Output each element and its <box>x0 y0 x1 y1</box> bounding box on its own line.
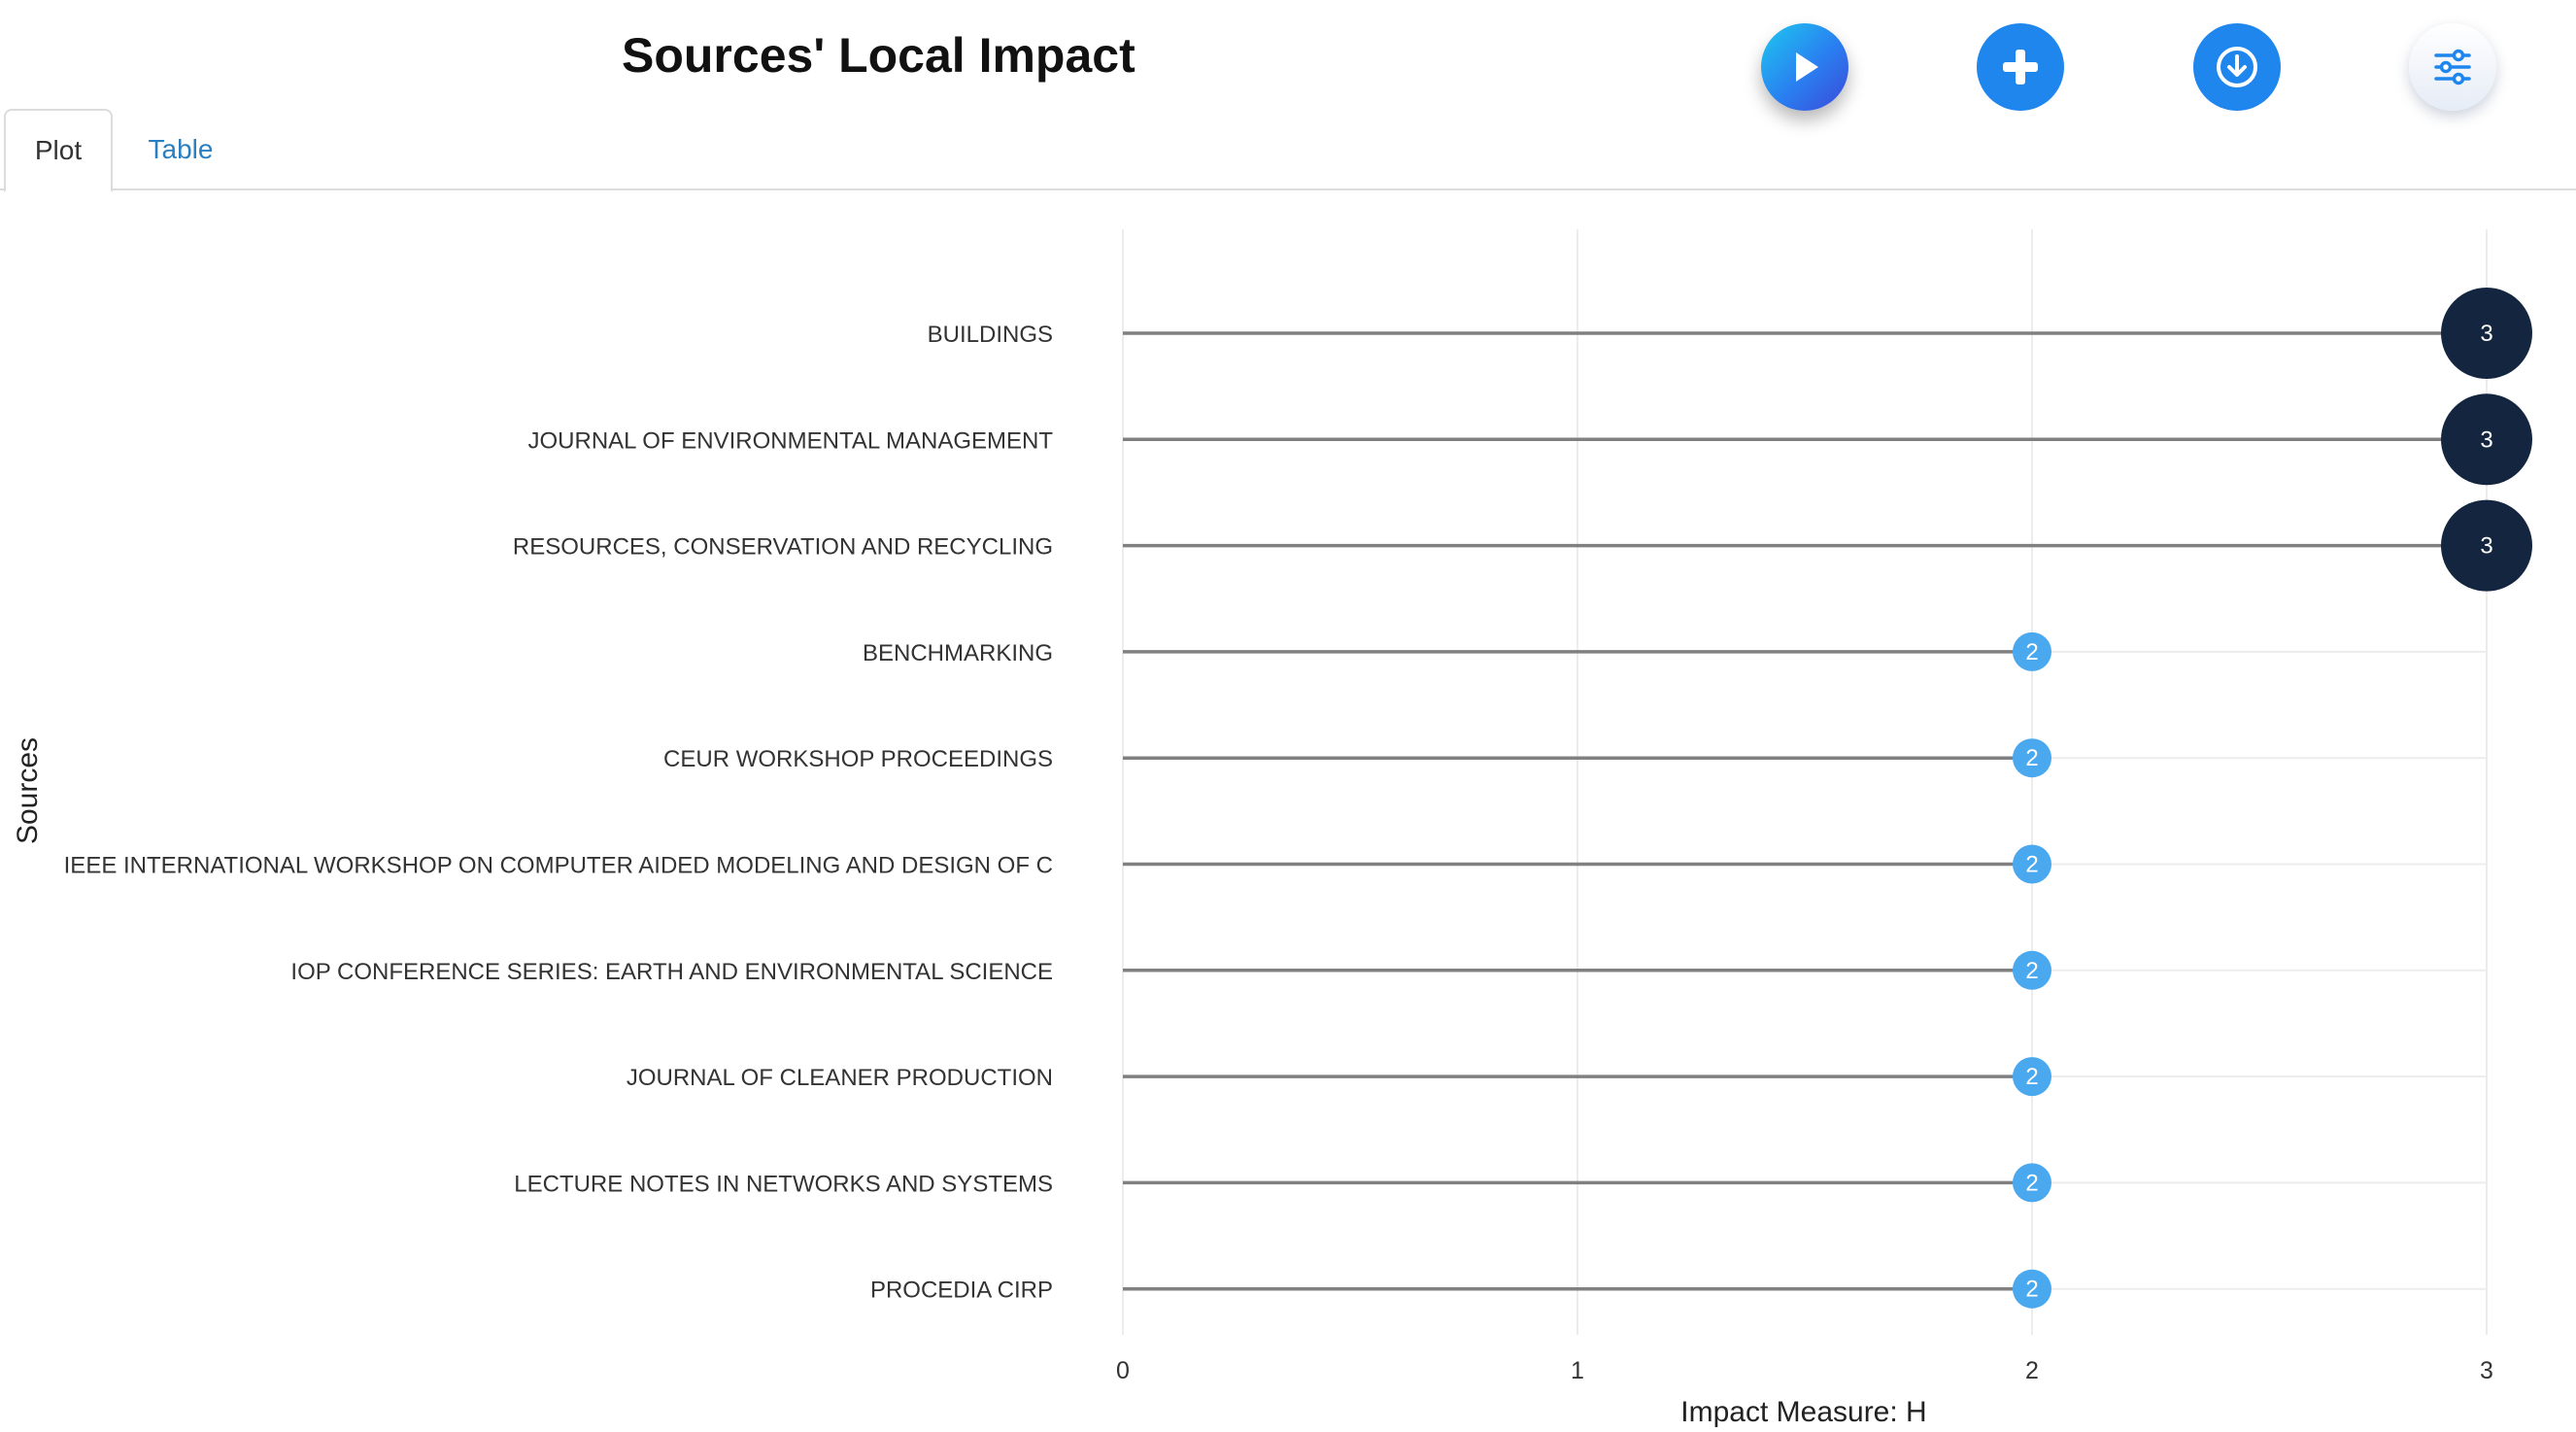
lollipop-chart: 3 3 3 2 2 2 2 2 2 2 BUILDINGS JOURNAL OF ENVIRONME… <box>12 229 2532 1428</box>
category-label: CEUR WORKSHOP PROCEEDINGS <box>663 746 1053 772</box>
download-icon <box>2217 47 2257 87</box>
value-label: 2 <box>2025 639 2038 665</box>
run-button[interactable] <box>1761 23 1848 111</box>
tab-bar: Plot Table <box>0 109 2576 192</box>
tab-table[interactable]: Table <box>126 109 235 190</box>
value-label: 2 <box>2025 745 2038 771</box>
add-button[interactable] <box>1977 23 2064 111</box>
x-tick-label: 2 <box>2025 1357 2039 1384</box>
category-label: PROCEDIA CIRP <box>870 1278 1053 1304</box>
sliders-icon <box>2434 49 2471 85</box>
grid-lines <box>1122 229 2488 1335</box>
x-tick-label: 0 <box>1116 1357 1130 1384</box>
category-labels: BUILDINGS JOURNAL OF ENVIRONMENTAL MANAGE… <box>64 322 1054 1304</box>
value-label: 2 <box>2025 958 2038 984</box>
value-label: 3 <box>2480 321 2492 347</box>
tab-plot[interactable]: Plot <box>4 109 113 192</box>
category-label: JOURNAL OF ENVIRONMENTAL MANAGEMENT <box>528 427 1054 454</box>
x-tick-label: 3 <box>2480 1357 2493 1384</box>
category-label: IEEE INTERNATIONAL WORKSHOP ON COMPUTER … <box>64 853 1053 879</box>
value-label: 2 <box>2025 1064 2038 1090</box>
value-label: 3 <box>2480 426 2492 453</box>
value-label: 2 <box>2025 1277 2038 1303</box>
settings-button[interactable] <box>2409 23 2496 111</box>
download-button[interactable] <box>2193 23 2281 111</box>
category-label: BUILDINGS <box>928 322 1053 348</box>
page-title: Sources' Local Impact <box>622 28 1135 83</box>
stems <box>1123 331 2487 1291</box>
x-axis-title: Impact Measure: H <box>1680 1396 1926 1428</box>
x-tick-labels: 0 1 2 3 <box>1116 1357 2493 1384</box>
category-label: RESOURCES, CONSERVATION AND RECYCLING <box>513 534 1053 561</box>
x-tick-label: 1 <box>1571 1357 1584 1384</box>
value-label: 3 <box>2480 533 2492 560</box>
category-label: BENCHMARKING <box>863 640 1053 666</box>
category-label: JOURNAL OF CLEANER PRODUCTION <box>627 1065 1053 1091</box>
plus-icon <box>2003 50 2038 85</box>
play-icon <box>1796 52 1818 82</box>
category-label: IOP CONFERENCE SERIES: EARTH AND ENVIRON… <box>290 959 1053 985</box>
value-label: 2 <box>2025 852 2038 878</box>
value-label: 2 <box>2025 1170 2038 1196</box>
y-axis-title: Sources <box>12 737 44 844</box>
category-label: LECTURE NOTES IN NETWORKS AND SYSTEMS <box>514 1171 1053 1197</box>
